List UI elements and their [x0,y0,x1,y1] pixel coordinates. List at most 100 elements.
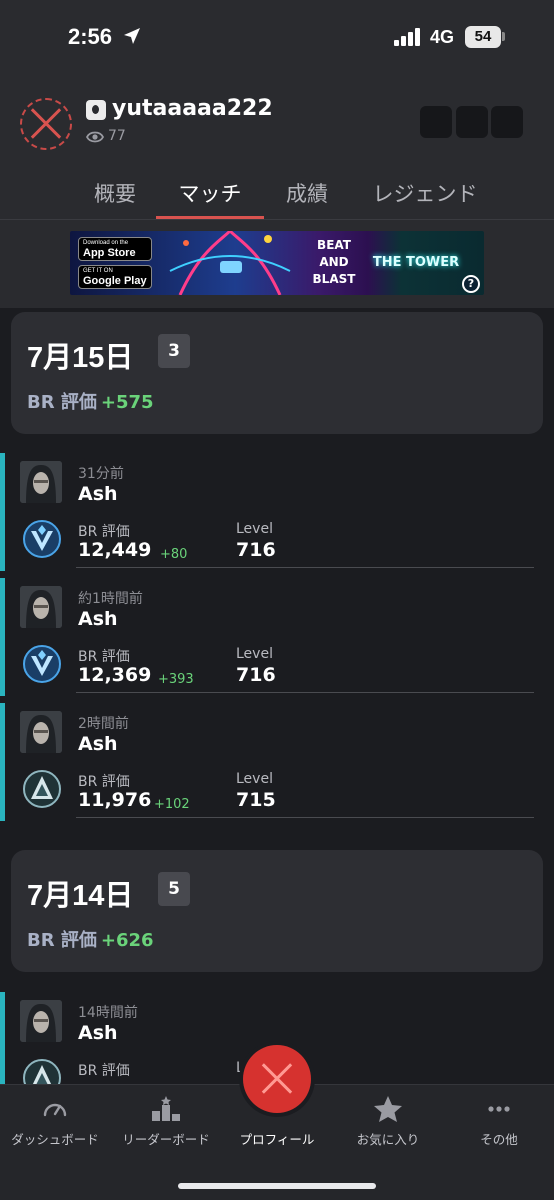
date-br-summary: BR 評価 +575 [27,388,154,414]
match-count-badge: 5 [158,872,190,906]
tab-stats[interactable]: 成績 [272,178,342,208]
status-bar: 2:56 4G 54 [0,0,554,78]
level-label: Level [236,771,273,787]
diamond-iv-rank-icon [23,520,61,558]
match-row[interactable]: 2時間前 Ash BR 評価 11,976 +102 Level 715 [0,703,554,828]
signal-bars-icon [394,28,420,46]
app-store-small-text: Download on the [83,239,129,246]
row-divider [76,567,534,568]
action-button-1[interactable] [420,106,452,138]
nav-label: リーダーボード [122,1132,210,1147]
match-row[interactable]: 31分前 Ash BR 評価 12,449 +80 Level 716 [0,453,554,578]
match-time: 14時間前 [78,1005,138,1021]
gauge-icon [43,1103,67,1117]
br-rating-delta: +102 [154,797,190,812]
level-label: Level [236,521,273,537]
br-gain: +575 [100,392,154,413]
nav-label: ダッシュボード [11,1132,99,1147]
avatar-placeholder-icon[interactable] [20,98,72,150]
level-label: Level [236,646,273,662]
br-rating-delta: +80 [160,547,188,562]
ad-tower-title: THE TOWER [372,255,460,270]
row-divider [76,692,534,693]
action-button-2[interactable] [456,106,488,138]
match-row[interactable]: 約1時間前 Ash BR 評価 12,369 +393 Level 716 [0,578,554,703]
diamond-iv-rank-icon [23,645,61,683]
br-rating-label: BR 評価 [78,649,130,665]
match-time: 2時間前 [78,716,129,732]
ad-beat-line: BEAT [317,238,351,252]
br-rating-delta: +393 [158,672,194,687]
ad-store-badges: Download on the App Store GET IT ON Goog… [78,237,152,289]
br-rating-label: BR 評価 [78,524,130,540]
battery-tip [502,32,505,41]
date-summary-card: 7月15日 3 BR 評価 +575 [11,312,543,434]
nav-more[interactable]: その他 [444,1095,554,1148]
network-label: 4G [430,27,455,47]
ad-beat-text: BEAT AND BLAST [304,237,364,288]
br-rating-value: 12,449 [78,539,152,561]
br-rating-label: BR 評価 [78,1063,130,1079]
match-accent-bar [0,703,5,821]
br-label: BR 評価 [27,930,97,951]
date-summary-card: 7月14日 5 BR 評価 +626 [11,850,543,972]
location-arrow-icon [124,28,140,44]
date-title: 7月14日 [27,880,134,912]
tab-legends[interactable]: レジェンド [360,178,490,208]
app-store-badge[interactable]: Download on the App Store [78,237,152,261]
ash-portrait-icon [20,1000,62,1042]
tab-overview[interactable]: 概要 [80,178,150,208]
view-count: 77 [108,128,126,144]
action-button-3[interactable] [491,106,523,138]
status-time: 2:56 [68,24,113,49]
nav-label: お気に入り [356,1132,420,1147]
match-time: 31分前 [78,466,124,482]
date-br-summary: BR 評価 +626 [27,926,154,952]
nav-label: プロフィール [239,1132,315,1147]
ad-game-artwork [169,231,291,295]
br-label: BR 評価 [27,392,97,413]
ash-portrait-icon [20,461,62,503]
star-icon [374,1096,402,1122]
row-divider [76,817,534,818]
platinum-i-rank-icon [23,770,61,808]
google-play-small-text: GET IT ON [83,267,113,274]
tab-matches[interactable]: マッチ [160,178,260,208]
match-accent-bar [0,578,5,696]
date-title: 7月15日 [27,342,134,374]
ad-help-icon[interactable]: ? [462,275,480,293]
nav-favorites[interactable]: お気に入り [333,1095,443,1148]
match-legend-name: Ash [78,608,118,630]
nav-leaderboard[interactable]: リーダーボード [111,1095,221,1148]
leaderboard-icon [152,1096,180,1121]
match-legend-name: Ash [78,1022,118,1044]
br-rating-label: BR 評価 [78,774,130,790]
level-value: 715 [236,789,276,811]
ad-blast-line: BLAST [312,272,356,286]
more-icon [488,1106,510,1112]
level-value: 716 [236,539,276,561]
level-value: 716 [236,664,276,686]
br-gain: +626 [100,930,154,951]
ash-portrait-icon [20,711,62,753]
match-legend-name: Ash [78,483,118,505]
google-play-text: Google Play [83,274,147,287]
br-rating-value: 11,976 [78,789,152,811]
username: yutaaaaa222 [112,96,273,121]
ad-zone: Download on the App Store GET IT ON Goog… [0,220,554,308]
br-rating-value: 12,369 [78,664,152,686]
match-time: 約1時間前 [78,591,143,607]
match-accent-bar [0,453,5,571]
ad-banner[interactable]: Download on the App Store GET IT ON Goog… [70,231,484,295]
active-tab-indicator [156,216,264,219]
eye-icon [86,131,104,143]
platform-icon [86,100,106,120]
nav-dashboard[interactable]: ダッシュボード [0,1095,110,1148]
ash-portrait-icon [20,586,62,628]
google-play-badge[interactable]: GET IT ON Google Play [78,265,152,289]
home-indicator [178,1183,376,1189]
profile-fab-icon[interactable] [243,1045,311,1113]
match-count-badge: 3 [158,334,190,368]
battery-icon: 54 [465,26,501,48]
app-store-text: App Store [83,246,136,259]
